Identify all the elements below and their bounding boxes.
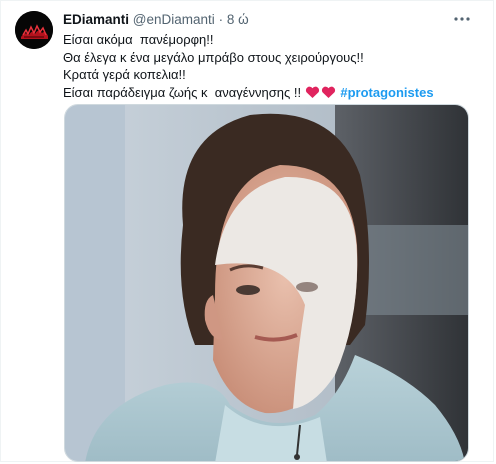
heart-emoji-icons	[305, 86, 337, 104]
more-options-button[interactable]	[451, 10, 473, 28]
tweet-line-text: Είσαι παράδειγμα ζωής κ αναγέννησης !!	[63, 84, 302, 100]
timestamp[interactable]: 8 ώ	[227, 12, 249, 27]
tweet-line-last: Είσαι παράδειγμα ζωής κ αναγέννησης !! #…	[63, 84, 483, 104]
tweet-media-photo[interactable]	[64, 104, 469, 462]
red-heart-icon	[305, 86, 335, 98]
tweet-text: Είσαι ακόμα πανέμορφη!! Θα έλεγα κ ένα μ…	[63, 31, 483, 103]
tweet-line: Είσαι ακόμα πανέμορφη!!	[63, 32, 214, 47]
profile-avatar[interactable]	[15, 11, 53, 49]
photo-image	[65, 105, 468, 461]
hashtag-link[interactable]: #protagonistes	[340, 85, 433, 100]
display-name[interactable]: EDiamanti	[63, 12, 129, 27]
separator-dot: ·	[218, 12, 224, 27]
user-handle[interactable]: @enDiamanti	[133, 12, 215, 27]
tweet-line: Κρατά γερά κοπελια!!	[63, 67, 186, 82]
tweet-card[interactable]: EDiamanti @enDiamanti · 8 ώ Είσαι ακόμα …	[0, 0, 494, 462]
tweet-line: Θα έλεγα κ ένα μεγάλο μπράβο στους χειρο…	[63, 49, 364, 65]
avatar-logo-image	[15, 11, 53, 49]
tweet-header: EDiamanti @enDiamanti · 8 ώ	[63, 12, 249, 28]
more-horizontal-icon	[454, 17, 470, 21]
